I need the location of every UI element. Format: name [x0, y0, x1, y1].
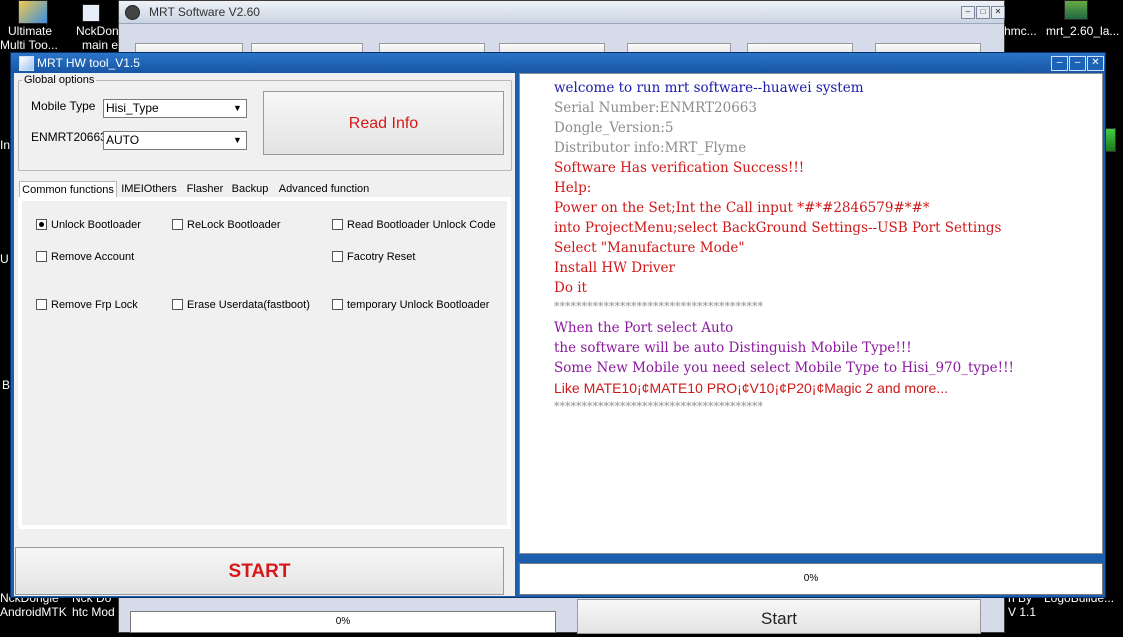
chevron-down-icon: ▼	[233, 135, 242, 145]
radio-checked-icon	[36, 219, 47, 230]
log-line: Power on the Set;Int the Call input *#*#…	[554, 200, 930, 216]
tab-imei-others[interactable]: IMEIOthers	[116, 181, 182, 197]
desktop-icon-ultimate[interactable]: Ultimate Multi Too...	[0, 0, 62, 52]
log-line: Distributor info:MRT_Flyme	[554, 140, 747, 156]
factory-reset-option[interactable]: Facotry Reset	[332, 251, 415, 263]
ultimate-app-icon	[18, 0, 48, 24]
back-progress-bar: 0%	[130, 611, 556, 633]
checkbox-icon	[172, 299, 183, 310]
tab-flasher[interactable]: Flasher	[184, 181, 226, 197]
log-line: Dongle_Version:5	[554, 120, 674, 136]
desktop-icon-nckdongle[interactable]: NckDon main e	[74, 0, 119, 52]
checkbox-icon	[172, 219, 183, 230]
log-line: **************************************	[554, 300, 763, 313]
remove-frp-lock-option[interactable]: Remove Frp Lock	[36, 299, 138, 311]
port-value: AUTO	[106, 133, 140, 147]
log-line: Select "Manufacture Mode"	[554, 240, 745, 256]
tab-content-common-functions	[18, 197, 511, 529]
log-line: the software will be auto Distinguish Mo…	[554, 340, 912, 356]
checkbox-icon	[332, 219, 343, 230]
log-line: Serial Number:ENMRT20663	[554, 100, 757, 116]
minimize-button[interactable]: –	[1051, 56, 1068, 71]
app-icon	[19, 56, 34, 71]
minimize-button[interactable]: –	[961, 6, 975, 19]
edge-label: B	[2, 378, 11, 392]
log-line: Install HW Driver	[554, 260, 675, 276]
relock-bootloader-option[interactable]: ReLock Bootloader	[172, 219, 281, 231]
read-bootloader-unlock-code-option[interactable]: Read Bootloader Unlock Code	[332, 219, 496, 231]
log-line: Do it	[554, 280, 587, 296]
edge-label: U	[0, 252, 9, 266]
option-label: Facotry Reset	[347, 251, 416, 263]
tab-advanced-function[interactable]: Advanced function	[274, 181, 374, 197]
port-select[interactable]: AUTO ▼	[103, 131, 247, 150]
option-label: Unlock Bootloader	[51, 219, 141, 231]
mrt-hw-tool-window: MRT HW tool_V1.5 – – ✕ Global options Mo…	[10, 52, 1106, 598]
remove-account-option[interactable]: Remove Account	[36, 251, 134, 263]
archive-icon	[1064, 0, 1088, 20]
desktop-icon-label: Multi Too...	[0, 38, 58, 52]
app-icon	[125, 5, 140, 20]
temporary-unlock-bootloader-option[interactable]: temporary Unlock Bootloader	[332, 299, 489, 311]
close-button[interactable]: ✕	[991, 6, 1005, 19]
desktop-icon-mrt-zip[interactable]: mrt_2.60_la...	[1046, 0, 1123, 40]
edge-label: In	[0, 138, 11, 152]
restore-button[interactable]: –	[1069, 56, 1086, 71]
option-label: Erase Userdata(fastboot)	[187, 299, 310, 311]
log-output: welcome to run mrt software--huawei syst…	[519, 73, 1103, 554]
mobile-type-value: Hisi_Type	[106, 101, 159, 115]
mobile-type-select[interactable]: Hisi_Type ▼	[103, 99, 247, 118]
log-line: welcome to run mrt software--huawei syst…	[554, 80, 864, 96]
desktop-icon-label: Ultimate	[8, 24, 53, 38]
shortcut-icon	[82, 4, 100, 22]
desktop-icon-label: mrt_2.60_la...	[1046, 24, 1120, 38]
desktop-icon-label: main e	[82, 38, 119, 52]
front-window-titlebar[interactable]: MRT HW tool_V1.5 – – ✕	[11, 53, 1105, 73]
maximize-button[interactable]: □	[976, 6, 990, 19]
mobile-type-label: Mobile Type	[31, 99, 96, 113]
chevron-down-icon: ▼	[233, 103, 242, 113]
log-line: Some New Mobile you need select Mobile T…	[554, 360, 1014, 376]
log-line: When the Port select Auto	[554, 320, 734, 336]
log-line: Software Has verification Success!!!	[554, 160, 805, 176]
read-info-button[interactable]: Read Info	[263, 91, 504, 155]
checkbox-icon	[36, 251, 47, 262]
progress-bar: 0%	[519, 563, 1103, 595]
log-line: **************************************	[554, 400, 763, 413]
front-window-title: MRT HW tool_V1.5	[37, 56, 140, 70]
option-label: ReLock Bootloader	[187, 219, 281, 231]
desktop-icon-label[interactable]: AndroidMTK	[0, 605, 67, 619]
option-label: Remove Frp Lock	[51, 299, 138, 311]
back-window-titlebar[interactable]: MRT Software V2.60 – □ ✕	[119, 1, 1005, 24]
close-button[interactable]: ✕	[1087, 56, 1104, 71]
option-label: Read Bootloader Unlock Code	[347, 219, 496, 231]
option-label: Remove Account	[51, 251, 135, 263]
desktop-icon-label[interactable]: htc Mod	[72, 605, 115, 619]
tab-backup[interactable]: Backup	[228, 181, 272, 197]
tab-content-inner	[22, 201, 507, 525]
start-button[interactable]: START	[15, 547, 504, 595]
desktop-icon-hmc[interactable]: hmc...	[1004, 0, 1048, 40]
port-label: ENMRT20663	[31, 130, 107, 144]
back-window-title: MRT Software V2.60	[149, 5, 260, 19]
checkbox-icon	[36, 299, 47, 310]
desktop-icon-label: hmc...	[1004, 24, 1037, 38]
desktop-icon-label: NckDon	[76, 24, 119, 38]
log-line: Like MATE10¡¢MATE10 PRO¡¢V10¡¢P20¡¢Magic…	[554, 380, 948, 396]
option-label: temporary Unlock Bootloader	[347, 299, 490, 311]
desktop-icon-label[interactable]: V 1.1	[1008, 605, 1036, 619]
checkbox-icon	[332, 299, 343, 310]
global-options-legend: Global options	[22, 74, 97, 86]
left-panel: Global options Mobile Type Hisi_Type ▼ E…	[14, 73, 515, 596]
unlock-bootloader-option[interactable]: Unlock Bootloader	[36, 219, 141, 231]
tab-common-functions[interactable]: Common functions	[19, 181, 117, 198]
erase-userdata-option[interactable]: Erase Userdata(fastboot)	[172, 299, 310, 311]
log-line: into ProjectMenu;select BackGround Setti…	[554, 220, 1002, 236]
checkbox-icon	[332, 251, 343, 262]
log-line: Help:	[554, 180, 592, 196]
back-start-button[interactable]: Start	[577, 599, 981, 634]
